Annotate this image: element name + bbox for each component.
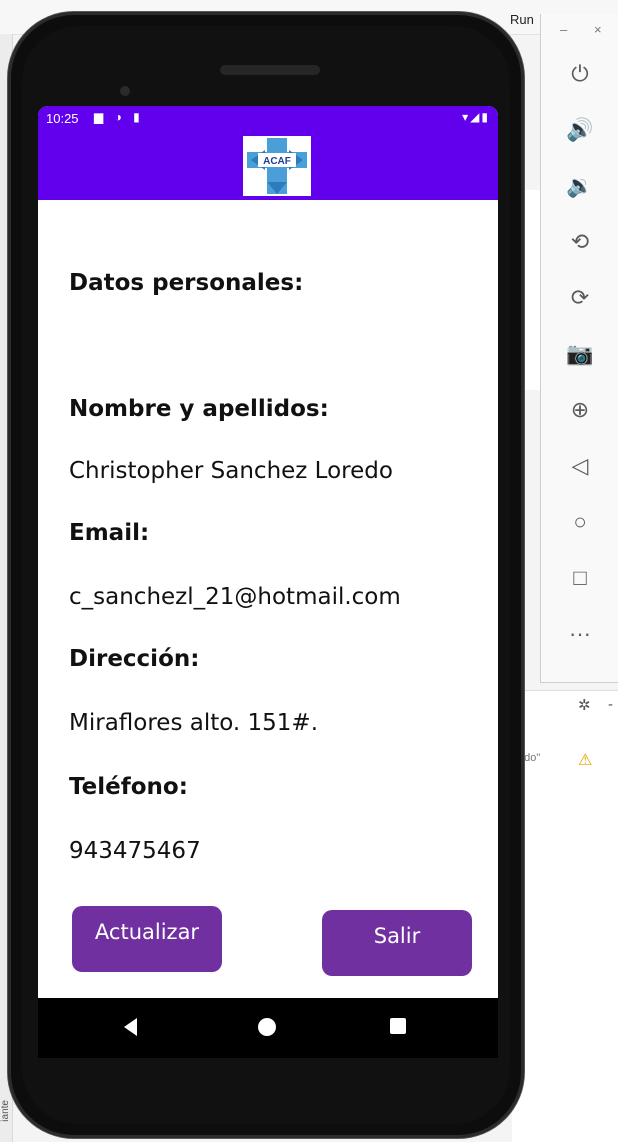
signal-battery-icons: ▾◢▮ — [462, 110, 490, 124]
update-button[interactable]: Actualizar — [72, 906, 222, 972]
camera-icon[interactable]: 📷 — [562, 336, 598, 372]
more-icon[interactable]: ··· — [562, 616, 598, 652]
volume-up-icon[interactable]: 🔊 — [562, 112, 598, 148]
earpiece-speaker — [220, 65, 320, 75]
back-icon[interactable]: ◁ — [562, 448, 598, 484]
phone-label: Teléfono: — [69, 774, 188, 800]
acaf-logo: ACAF — [243, 136, 311, 196]
home-icon[interactable] — [258, 1018, 276, 1036]
name-label: Nombre y apellidos: — [69, 396, 329, 422]
minimize-window-button[interactable]: – — [560, 22, 567, 37]
exit-button[interactable]: Salir — [322, 910, 472, 976]
phone-screen: 10:25 ▆ ◑ ▮ ▾◢▮ ACAF Datos personales: N… — [38, 106, 498, 998]
home-icon[interactable]: ○ — [562, 504, 598, 540]
rotate-right-icon[interactable]: ⟳ — [562, 280, 598, 316]
svg-text:ACAF: ACAF — [263, 156, 291, 167]
minimize-panel-icon[interactable]: - — [608, 696, 613, 713]
address-label: Dirección: — [69, 646, 200, 672]
back-icon[interactable] — [124, 1018, 137, 1036]
close-window-button[interactable]: × — [594, 22, 602, 37]
power-icon[interactable]: ⏻ — [562, 56, 598, 92]
warning-icon: ⚠ — [578, 752, 593, 769]
email-value: c_sanchezl_21@hotmail.com — [69, 584, 401, 610]
navigation-bar — [38, 998, 498, 1058]
phone-value: 943475467 — [69, 838, 201, 864]
gear-icon[interactable]: ✲ — [578, 696, 591, 714]
status-time: 10:25 — [46, 111, 79, 126]
email-label: Email: — [69, 520, 150, 546]
recent-apps-icon[interactable] — [390, 1018, 406, 1034]
address-value: Miraflores alto. 151#. — [69, 710, 319, 736]
volume-down-icon[interactable]: 🔉 — [562, 168, 598, 204]
name-value: Christopher Sanchez Loredo — [69, 458, 393, 484]
front-camera — [120, 86, 130, 96]
status-bar: 10:25 ▆ ◑ ▮ ▾◢▮ — [38, 106, 498, 132]
app-bar: ACAF — [38, 132, 498, 200]
section-title: Datos personales: — [69, 270, 304, 296]
zoom-icon[interactable]: ⊕ — [562, 392, 598, 428]
profile-content: Datos personales: Nombre y apellidos: Ch… — [38, 200, 498, 998]
notification-icons: ▆ ◑ ▮ — [94, 110, 144, 124]
rotate-left-icon[interactable]: ⟲ — [562, 224, 598, 260]
overview-icon[interactable]: □ — [562, 560, 598, 596]
ide-side-text: iante — [0, 1100, 11, 1122]
run-menu[interactable]: Run — [510, 12, 534, 27]
